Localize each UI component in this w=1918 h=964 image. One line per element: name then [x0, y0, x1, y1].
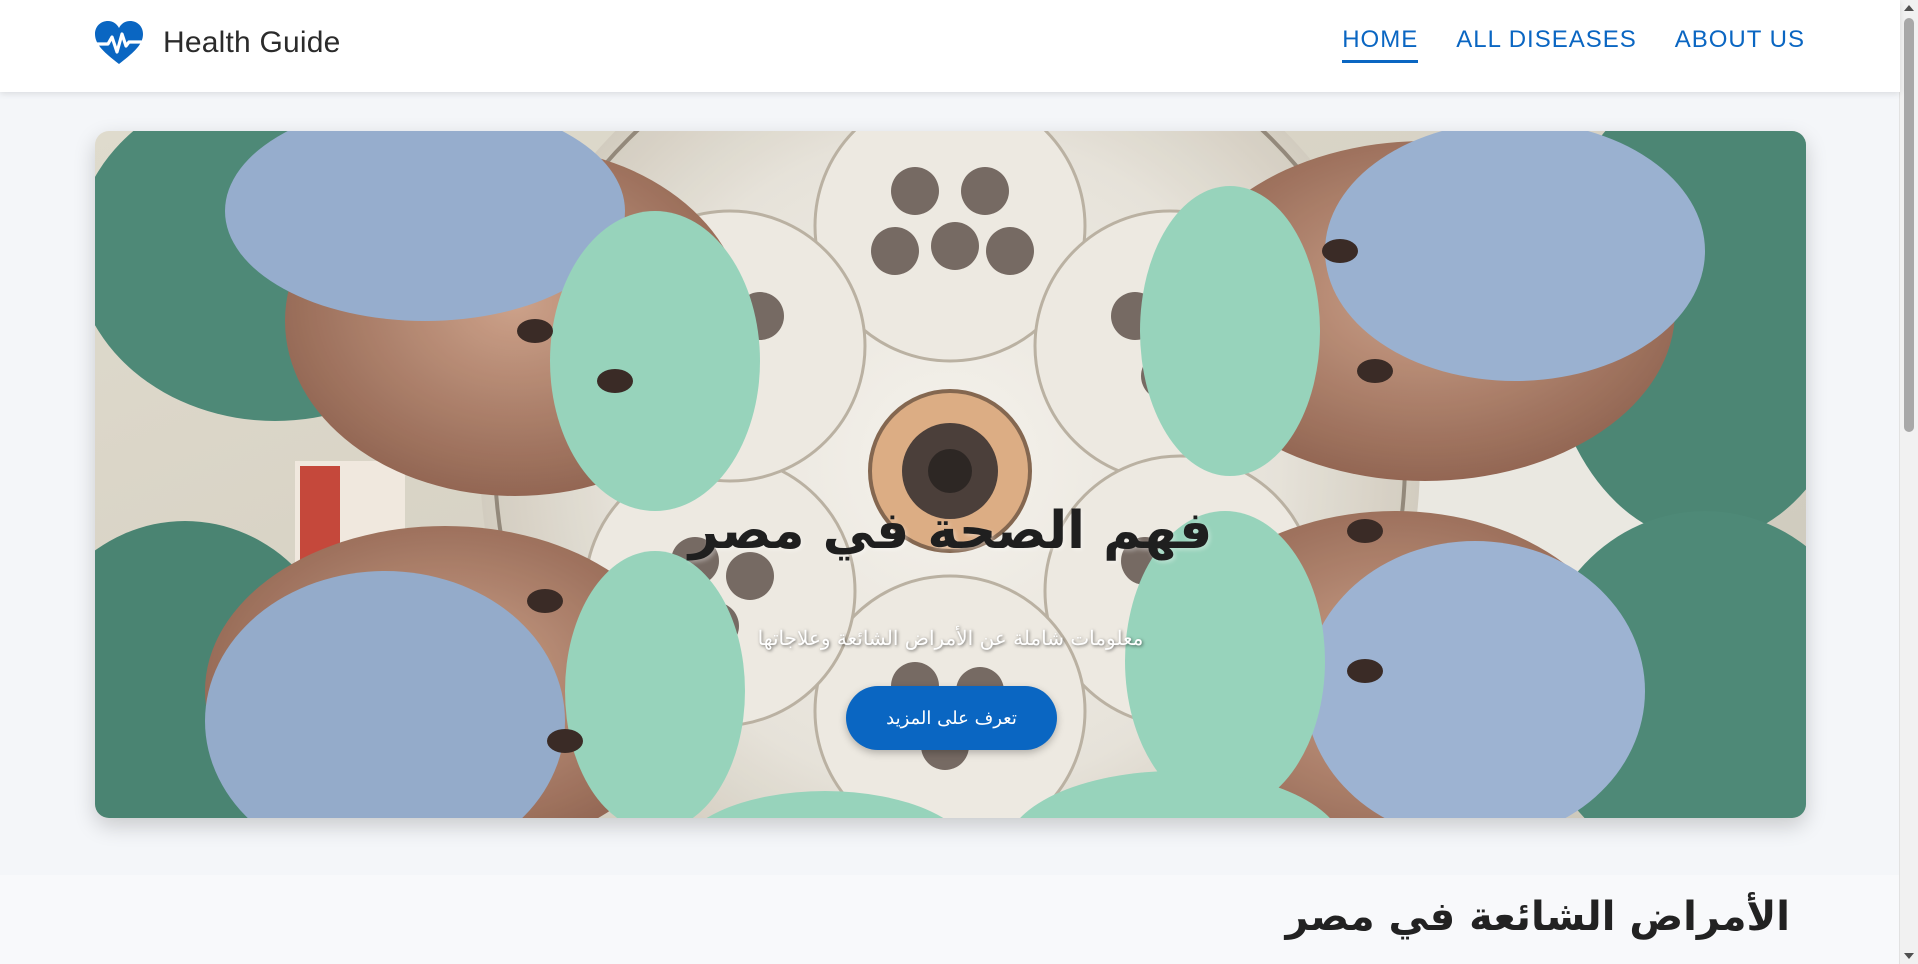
learn-more-button[interactable]: تعرف على المزيد	[846, 686, 1057, 750]
brand-link[interactable]: Health Guide	[93, 20, 341, 66]
nav-link-about-us[interactable]: ABOUT US	[1675, 26, 1805, 63]
section-title: الأمراض الشائعة في مصر	[1285, 894, 1790, 940]
scroll-up-arrow-icon[interactable]	[1900, 0, 1918, 16]
common-diseases-section: الأمراض الشائعة في مصر	[0, 875, 1900, 964]
hero-banner: فهم الصحة في مصر معلومات شاملة عن الأمرا…	[95, 131, 1806, 818]
page: Health Guide HOME ALL DISEASES ABOUT US	[0, 0, 1918, 964]
main-nav: HOME ALL DISEASES ABOUT US	[1342, 26, 1805, 63]
nav-link-all-diseases[interactable]: ALL DISEASES	[1456, 26, 1637, 63]
nav-link-home[interactable]: HOME	[1342, 26, 1419, 63]
heart-pulse-icon	[95, 21, 143, 64]
hero-subtitle: معلومات شاملة عن الأمراض الشائعة وعلاجات…	[757, 626, 1144, 650]
scrollbar-thumb[interactable]	[1904, 18, 1914, 432]
vertical-scrollbar[interactable]	[1899, 0, 1918, 964]
top-navbar: Health Guide HOME ALL DISEASES ABOUT US	[0, 0, 1900, 92]
brand-name: Health Guide	[163, 26, 341, 59]
page-content: Health Guide HOME ALL DISEASES ABOUT US	[0, 0, 1900, 964]
scroll-down-arrow-icon[interactable]	[1900, 948, 1918, 964]
hero-title: فهم الصحة في مصر	[688, 500, 1213, 561]
